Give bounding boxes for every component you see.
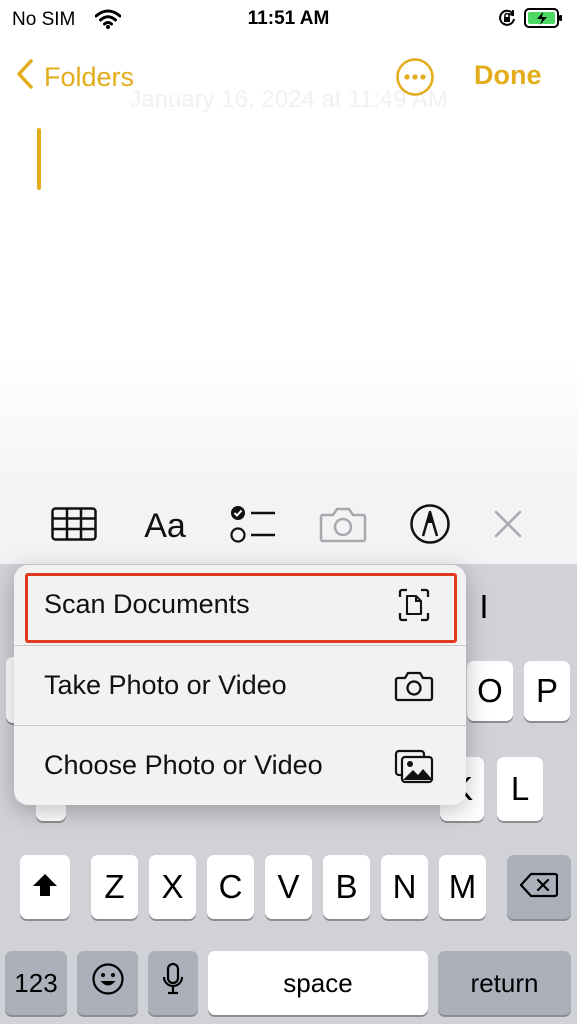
microphone-icon: [161, 962, 185, 1004]
camera-icon: [394, 666, 434, 706]
table-button[interactable]: [50, 506, 98, 546]
scan-documents-highlight: [25, 573, 457, 643]
close-toolbar-button[interactable]: [490, 508, 526, 544]
pen-circle-icon: [409, 503, 451, 550]
shift-arrow-icon: [31, 868, 59, 906]
key-c[interactable]: C: [207, 855, 254, 919]
text-cursor: [37, 128, 41, 190]
camera-icon: [319, 505, 367, 548]
menu-item-label: Choose Photo or Video: [44, 750, 323, 780]
close-icon: [492, 508, 524, 545]
back-label: Folders: [44, 61, 135, 92]
key-n[interactable]: N: [381, 855, 428, 919]
checklist-button[interactable]: [228, 504, 278, 548]
backspace-icon: [519, 868, 559, 906]
key-i[interactable]: I: [460, 577, 508, 637]
key-x[interactable]: X: [149, 855, 196, 919]
done-button[interactable]: Done: [474, 60, 542, 91]
battery-icon: [524, 8, 564, 34]
checklist-icon: [229, 503, 277, 550]
key-b[interactable]: B: [323, 855, 370, 919]
key-v[interactable]: V: [265, 855, 312, 919]
emoji-icon: [91, 962, 125, 1004]
emoji-key[interactable]: [77, 951, 138, 1015]
table-icon: [51, 506, 97, 546]
photo-library-icon: [394, 746, 434, 786]
ellipsis-circle-icon: [395, 58, 435, 101]
camera-toolbar-button[interactable]: [318, 506, 368, 546]
editor-fade: [0, 360, 577, 488]
dictation-key[interactable]: [148, 951, 198, 1015]
text-format-button[interactable]: Aa: [138, 504, 192, 548]
return-key[interactable]: return: [438, 951, 571, 1015]
menu-item-take-photo[interactable]: Take Photo or Video: [14, 646, 466, 725]
space-key[interactable]: space: [208, 951, 428, 1015]
key-p[interactable]: P: [524, 661, 570, 721]
key-z[interactable]: Z: [91, 855, 138, 919]
key-l[interactable]: L: [497, 757, 543, 821]
more-options-button[interactable]: [395, 57, 435, 97]
markup-button[interactable]: [408, 503, 452, 550]
menu-item-label: Take Photo or Video: [44, 670, 287, 700]
back-to-folders-button[interactable]: Folders: [16, 58, 134, 96]
key-m[interactable]: M: [439, 855, 486, 919]
status-time: 11:51 AM: [247, 8, 330, 29]
rotation-lock-icon: [497, 8, 517, 34]
formatting-toolbar: Aa: [0, 488, 577, 564]
menu-item-choose-photo[interactable]: Choose Photo or Video: [14, 726, 466, 805]
shift-key[interactable]: [20, 855, 70, 919]
delete-key[interactable]: [507, 855, 571, 919]
status-bar: No SIM 11:51 AM: [0, 0, 577, 38]
key-o[interactable]: O: [467, 661, 513, 721]
text-format-label: Aa: [144, 506, 186, 545]
chevron-left-icon: [16, 58, 44, 97]
numbers-key[interactable]: 123: [5, 951, 67, 1015]
